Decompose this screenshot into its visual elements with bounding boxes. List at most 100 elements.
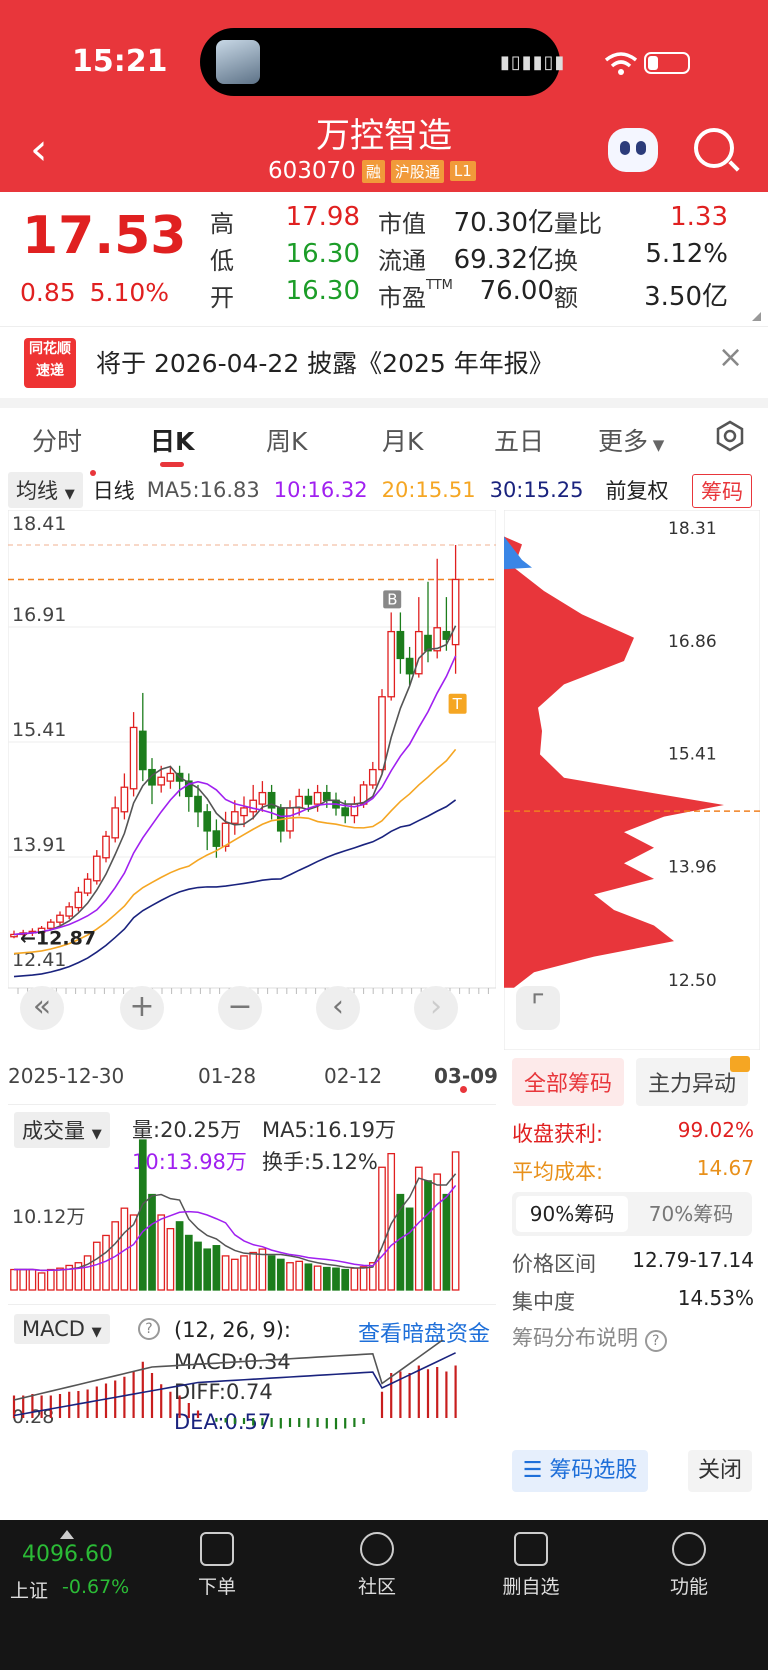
tab-90-chips[interactable]: 90%筹码: [516, 1196, 628, 1232]
nav-functions[interactable]: 功能: [644, 1532, 734, 1599]
price-tick-label: 16.91: [12, 604, 66, 626]
volume-bar: [313, 1265, 322, 1291]
price-tick-label: 13.91: [12, 834, 66, 856]
volume-bar: [240, 1255, 248, 1291]
chevron-left-icon[interactable]: ‹: [316, 986, 360, 1030]
date-label: 02-12: [324, 1064, 383, 1088]
tab-70-chips[interactable]: 70%筹码: [636, 1196, 746, 1232]
fullscreen-icon[interactable]: ⌜: [516, 986, 560, 1030]
ma5-label: MA5:16.83: [146, 478, 260, 502]
candlestick-chart[interactable]: 18.4116.9115.4113.9112.4117.98→←12.87BT: [8, 510, 496, 1050]
stock-code: 603070: [268, 158, 356, 184]
candle: [102, 830, 110, 863]
candle: [387, 612, 396, 701]
candle: [111, 796, 120, 843]
nav-community[interactable]: 社区: [332, 1532, 422, 1599]
chip-price-tick: 15.41: [668, 745, 717, 765]
close-icon[interactable]: ×: [718, 340, 743, 375]
candle: [230, 800, 239, 835]
tab-weekly[interactable]: 周K: [266, 422, 307, 458]
macd-params: (12, 26, 9):: [174, 1318, 291, 1342]
news-flash-logo: 同花顺 速递: [24, 338, 76, 388]
tab-all-chips[interactable]: 全部筹码: [512, 1058, 625, 1106]
candle: [378, 689, 386, 774]
stat-value: 5.12%: [645, 239, 728, 269]
volume-bar: [166, 1227, 175, 1291]
rewind-icon[interactable]: «: [20, 986, 64, 1030]
close-button[interactable]: 关闭: [688, 1450, 752, 1492]
adjust-mode[interactable]: 前复权: [606, 475, 669, 505]
candle: [433, 558, 442, 659]
indicator-select[interactable]: 均线 ▼: [8, 472, 83, 508]
divider: [0, 398, 768, 408]
help-icon[interactable]: ?: [138, 1318, 160, 1340]
robot-assistant-icon[interactable]: [608, 128, 658, 172]
volume-bar: [433, 1173, 442, 1291]
tag-level: L1: [449, 161, 476, 181]
volume-bar: [304, 1263, 313, 1291]
notice-text[interactable]: 将于 2026-04-22 披露《2025 年年报》: [96, 344, 554, 380]
profit-ratio-value: 99.02%: [677, 1118, 754, 1142]
tab-more[interactable]: 更多 ▼: [598, 422, 664, 458]
stat-label: 低: [210, 247, 234, 275]
volume-bar: [92, 1241, 101, 1291]
volume-bar: [341, 1268, 350, 1291]
list-icon: ☰: [522, 1458, 550, 1483]
settings-icon[interactable]: [714, 420, 746, 452]
expand-corner-icon[interactable]: [752, 312, 761, 321]
volume-chart: [10, 1139, 460, 1291]
volume-bar: [276, 1258, 285, 1291]
stock-code-row: 603070 融 沪股通 L1: [268, 158, 476, 184]
chip-price-tick: 13.96: [668, 857, 717, 877]
notification-dot: [90, 470, 96, 476]
star-badge-icon: [360, 1532, 394, 1566]
diff-line: [13, 1340, 445, 1401]
candle: [350, 796, 359, 824]
stat-label: 额: [554, 284, 578, 312]
candle: [83, 873, 92, 897]
volume-bar: [451, 1151, 460, 1291]
volume-bar: [83, 1255, 92, 1291]
chip-toggle-button[interactable]: 筹码: [692, 474, 752, 508]
candle: [138, 692, 147, 782]
tag-connect: 沪股通: [390, 159, 444, 183]
sell-marker-label: T: [452, 695, 463, 713]
volume-bar: [194, 1241, 202, 1291]
tab-five-day[interactable]: 五日: [494, 422, 544, 458]
chip-explain[interactable]: 筹码分布说明 ?: [512, 1322, 667, 1352]
tab-intraday[interactable]: 分时: [32, 422, 82, 458]
nav-remove-watchlist[interactable]: 删自选: [486, 1532, 576, 1599]
index-value[interactable]: 4096.60: [22, 1542, 113, 1567]
candle: [203, 804, 212, 851]
zoom-in-icon[interactable]: +: [120, 986, 164, 1030]
candle: [276, 804, 285, 843]
stat-label: 高: [210, 210, 234, 238]
stat-value: 17.98: [285, 202, 360, 232]
chart-frame: [8, 510, 496, 989]
macd-chart: [12, 1340, 457, 1430]
volume-bar: [295, 1260, 304, 1291]
chip-select-button[interactable]: ☰ 筹码选股: [512, 1450, 648, 1492]
date-label: 03-09: [434, 1064, 498, 1088]
volume-bar: [19, 1268, 28, 1291]
quote-stats: 高 17.98 市值 70.30亿 量比 1.33 低 16.30 流通 69.32亿换 5.12%…: [210, 202, 760, 322]
volume-bar: [157, 1214, 166, 1291]
minus-box-icon: [514, 1532, 548, 1566]
price-range-value: 12.79-17.14: [632, 1248, 754, 1272]
stat-value: 16.30: [285, 239, 360, 269]
avg-cost-label: 平均成本:: [512, 1160, 604, 1184]
chevron-right-icon[interactable]: ›: [414, 986, 458, 1030]
candle: [368, 761, 377, 789]
tab-monthly[interactable]: 月K: [382, 422, 423, 458]
zoom-out-icon[interactable]: −: [218, 986, 262, 1030]
candle: [120, 773, 129, 820]
search-icon[interactable]: [694, 128, 734, 168]
tab-daily[interactable]: 日K: [150, 422, 194, 458]
volume-bar: [267, 1255, 276, 1291]
nav-order[interactable]: 下单: [172, 1532, 262, 1599]
volume-bar: [332, 1267, 340, 1291]
volume-bar: [184, 1234, 193, 1291]
expand-up-icon[interactable]: [60, 1530, 74, 1539]
candle: [129, 712, 138, 797]
candle: [184, 773, 193, 812]
